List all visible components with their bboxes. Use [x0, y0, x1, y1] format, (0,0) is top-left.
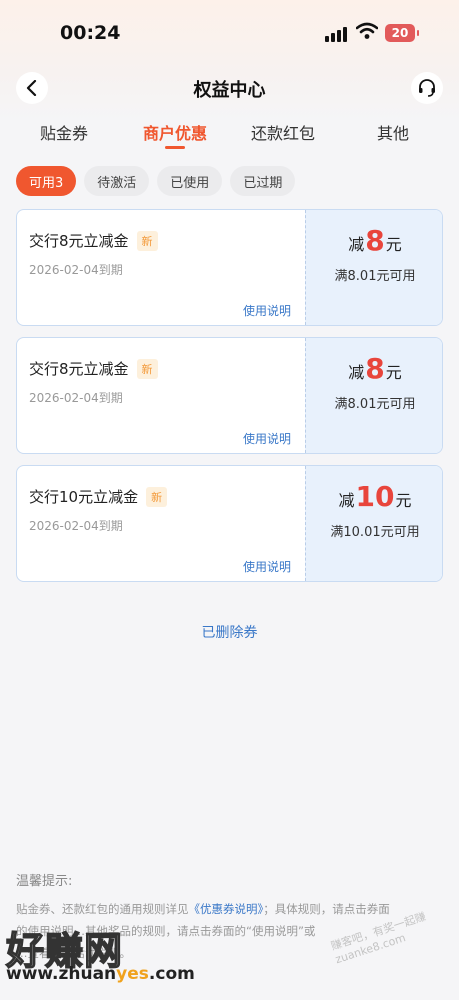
- deleted-coupons-link[interactable]: 已删除券: [0, 622, 459, 642]
- wifi-icon: [356, 22, 378, 39]
- status-bar: 00:24 20: [0, 0, 459, 68]
- coupon-title: 交行8元立减金: [29, 360, 129, 378]
- page-title: 权益中心: [193, 80, 266, 101]
- amount-prefix: 减: [338, 491, 355, 510]
- new-badge: 新: [136, 358, 158, 379]
- amount-unit: 元: [385, 235, 402, 254]
- signal-icon: [325, 26, 349, 42]
- coupon-amount: 减8元: [306, 352, 442, 385]
- headset-icon: [419, 79, 435, 97]
- coupon-amount-panel: 减8元 满8.01元可用: [305, 338, 442, 453]
- filter-pending-activation[interactable]: 待激活: [84, 166, 150, 196]
- coupon-condition: 满8.01元可用: [334, 269, 416, 284]
- coupon-title-row: 交行10元立减金 新: [29, 486, 168, 507]
- coupon-amount: 减10元: [306, 480, 442, 513]
- coupon-expire-date: 2026-02-04到期: [29, 263, 123, 277]
- amount-value: 10: [355, 480, 395, 513]
- coupon-info: 交行8元立减金 新 2026-02-04到期 使用说明: [17, 210, 305, 325]
- coupon-amount-panel: 减8元 满8.01元可用: [305, 210, 442, 325]
- amount-unit: 元: [395, 491, 412, 510]
- coupon-expire-date: 2026-02-04到期: [29, 519, 123, 533]
- coupon-rules-link[interactable]: 《优惠券说明》: [189, 902, 264, 916]
- watermark-url-part: yes: [116, 964, 149, 984]
- tips-text: 贴金券、还款红包的通用规则详见: [16, 902, 189, 916]
- filter-used[interactable]: 已使用: [157, 166, 223, 196]
- coupon-card[interactable]: 交行8元立减金 新 2026-02-04到期 使用说明 减8元 满8.01元可用: [16, 209, 443, 326]
- coupon-info: 交行10元立减金 新 2026-02-04到期 使用说明: [17, 466, 305, 581]
- watermark-url: www.zhuanyes.com: [6, 964, 195, 984]
- usage-instructions-link[interactable]: 使用说明: [243, 558, 291, 575]
- usage-instructions-link[interactable]: 使用说明: [243, 430, 291, 447]
- new-badge: 新: [146, 486, 168, 507]
- tips-title: 温馨提示:: [16, 874, 73, 889]
- coupon-card[interactable]: 交行8元立减金 新 2026-02-04到期 使用说明 减8元 满8.01元可用: [16, 337, 443, 454]
- tab-merchant-offers[interactable]: 商户优惠: [125, 120, 225, 144]
- coupon-condition: 满8.01元可用: [334, 397, 416, 412]
- nav-bar: 权益中心: [0, 68, 459, 108]
- coupon-title: 交行8元立减金: [29, 232, 129, 250]
- watermark-url-part: .com: [148, 964, 195, 984]
- tips-line: 贴金券、还款红包的通用规则详见《优惠券说明》；具体规则，请点击券面: [16, 898, 444, 920]
- coupon-expire-date: 2026-02-04到期: [29, 391, 123, 405]
- watermark-url-part: www.zhuan: [6, 964, 117, 984]
- coupon-info: 交行8元立减金 新 2026-02-04到期 使用说明: [17, 338, 305, 453]
- tab-other[interactable]: 其他: [343, 120, 443, 144]
- amount-prefix: 减: [348, 235, 365, 254]
- filter-expired[interactable]: 已过期: [230, 166, 296, 196]
- filter-chips: 可用3 待激活 已使用 已过期: [16, 166, 296, 196]
- customer-service-button[interactable]: [411, 72, 443, 104]
- amount-prefix: 减: [348, 363, 365, 382]
- usage-instructions-link[interactable]: 使用说明: [243, 302, 291, 319]
- coupon-amount-panel: 减10元 满10.01元可用: [305, 466, 442, 581]
- tab-bar: 贴金券 商户优惠 还款红包 其他: [0, 116, 459, 156]
- coupon-condition: 满10.01元可用: [330, 525, 420, 540]
- amount-value: 8: [365, 224, 385, 257]
- coupon-title: 交行10元立减金: [29, 488, 139, 506]
- tab-gold-coupon[interactable]: 贴金券: [14, 120, 114, 144]
- coupon-title-row: 交行8元立减金 新: [29, 230, 158, 251]
- battery-icon: 20: [385, 24, 419, 42]
- coupon-amount: 减8元: [306, 224, 442, 257]
- tab-active-indicator: [165, 146, 185, 149]
- tab-repayment-red-packet[interactable]: 还款红包: [233, 120, 333, 144]
- amount-value: 8: [365, 352, 385, 385]
- filter-available[interactable]: 可用3: [16, 166, 77, 196]
- coupon-title-row: 交行8元立减金 新: [29, 358, 158, 379]
- new-badge: 新: [136, 230, 158, 251]
- coupon-card[interactable]: 交行10元立减金 新 2026-02-04到期 使用说明 减10元 满10.01…: [16, 465, 443, 582]
- tips-text: ；具体规则，请点击券面: [263, 902, 390, 916]
- status-time: 00:24: [60, 22, 121, 44]
- amount-unit: 元: [385, 363, 402, 382]
